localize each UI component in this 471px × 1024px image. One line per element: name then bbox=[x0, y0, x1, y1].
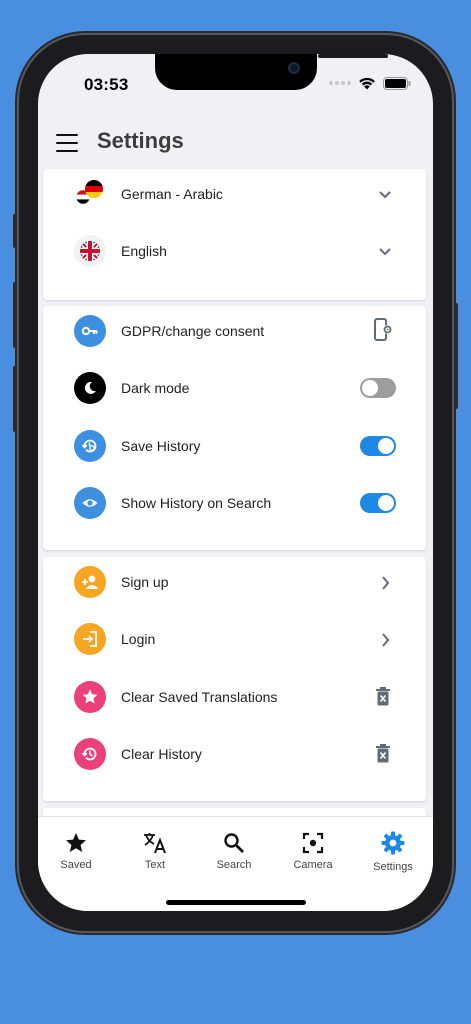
tab-settings-label: Settings bbox=[373, 861, 413, 873]
tab-settings[interactable]: Settings bbox=[358, 831, 428, 873]
star-icon bbox=[74, 681, 106, 713]
key-icon bbox=[74, 315, 106, 347]
chevron-right-icon bbox=[382, 633, 390, 647]
chevron-down-icon bbox=[379, 191, 391, 199]
dark-mode-row: Dark mode bbox=[43, 363, 426, 413]
interface-language-label: English bbox=[121, 243, 167, 259]
translate-icon bbox=[144, 833, 166, 854]
delete-icon bbox=[376, 744, 390, 763]
tab-text-label: Text bbox=[144, 859, 166, 871]
home-indicator bbox=[166, 900, 306, 905]
clear-history-row[interactable]: Clear History bbox=[43, 729, 426, 779]
star-icon bbox=[66, 833, 86, 852]
gear-icon bbox=[381, 831, 405, 855]
moon-icon bbox=[74, 372, 106, 404]
show-history-toggle[interactable] bbox=[360, 493, 396, 513]
interface-language-selector[interactable]: English bbox=[43, 226, 426, 276]
phone-settings-icon bbox=[374, 318, 392, 341]
page-title: Settings bbox=[97, 128, 184, 153]
dark-mode-toggle[interactable] bbox=[360, 378, 396, 398]
clear-saved-translations-row[interactable]: Clear Saved Translations bbox=[43, 672, 426, 722]
show-history-row: Show History on Search bbox=[43, 478, 426, 528]
cellular-dots-icon bbox=[329, 81, 351, 85]
tab-search[interactable]: Search bbox=[199, 831, 269, 871]
add-person-icon bbox=[74, 566, 106, 598]
camera-scan-icon bbox=[302, 832, 324, 854]
power-button bbox=[454, 303, 458, 409]
front-camera bbox=[288, 62, 300, 74]
clear-saved-translations-label: Clear Saved Translations bbox=[121, 689, 278, 705]
login-row[interactable]: Login bbox=[43, 614, 426, 664]
preferences-card: GDPR/change consent Dark mode Save Histo… bbox=[43, 306, 426, 550]
clear-history-label: Clear History bbox=[121, 746, 202, 762]
chevron-down-icon bbox=[379, 248, 391, 256]
tab-search-label: Search bbox=[216, 859, 252, 871]
volume-up-button bbox=[13, 282, 17, 348]
sign-up-row[interactable]: Sign up bbox=[43, 557, 426, 607]
language-pair-selector[interactable]: German - Arabic bbox=[43, 169, 426, 219]
status-indicators bbox=[329, 76, 411, 90]
wifi-icon bbox=[359, 77, 375, 90]
tab-saved[interactable]: Saved bbox=[41, 831, 111, 871]
chevron-right-icon bbox=[382, 576, 390, 590]
speaker-grille bbox=[318, 54, 388, 58]
tab-text[interactable]: Text bbox=[120, 831, 190, 871]
language-pair-label: German - Arabic bbox=[121, 186, 223, 202]
volume-down-button bbox=[13, 366, 17, 432]
gdpr-consent-row[interactable]: GDPR/change consent bbox=[43, 306, 426, 356]
mute-switch bbox=[13, 214, 17, 248]
uk-flag-icon bbox=[74, 235, 106, 267]
app-screen: 03:53 Settings German - Arabic English G… bbox=[38, 54, 433, 911]
status-time: 03:53 bbox=[84, 75, 129, 94]
gdpr-consent-label: GDPR/change consent bbox=[121, 323, 265, 339]
search-icon bbox=[224, 833, 244, 853]
tab-bar: Saved Text Search Camera Settings bbox=[38, 816, 433, 911]
languages-card: German - Arabic English bbox=[43, 169, 426, 300]
save-history-label: Save History bbox=[121, 438, 201, 454]
germany-egypt-flags-icon bbox=[74, 178, 106, 210]
tab-saved-label: Saved bbox=[60, 859, 92, 871]
history-icon bbox=[74, 738, 106, 770]
tab-camera[interactable]: Camera bbox=[278, 831, 348, 871]
dark-mode-label: Dark mode bbox=[121, 380, 190, 396]
tab-camera-label: Camera bbox=[293, 859, 333, 871]
login-label: Login bbox=[121, 631, 156, 647]
save-history-toggle[interactable] bbox=[360, 436, 396, 456]
eye-icon bbox=[74, 487, 106, 519]
account-card: Sign up Login Clear Saved Translations C… bbox=[43, 557, 426, 801]
save-history-row: Save History bbox=[43, 421, 426, 471]
notch bbox=[155, 54, 388, 90]
battery-icon bbox=[383, 76, 411, 90]
show-history-label: Show History on Search bbox=[121, 495, 272, 511]
header: Settings bbox=[38, 124, 433, 168]
menu-icon[interactable] bbox=[56, 134, 78, 153]
history-settings-icon bbox=[74, 430, 106, 462]
delete-icon bbox=[376, 687, 390, 706]
sign-up-label: Sign up bbox=[121, 574, 169, 590]
login-icon bbox=[74, 623, 106, 655]
